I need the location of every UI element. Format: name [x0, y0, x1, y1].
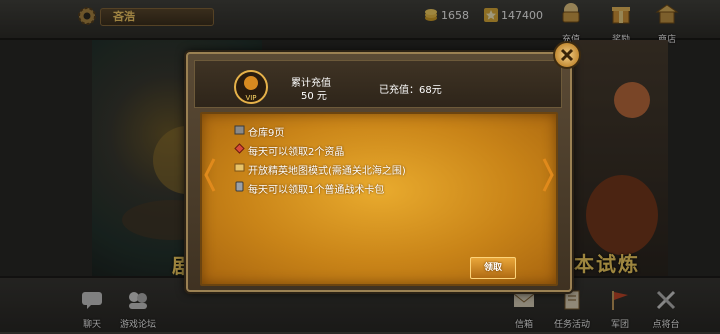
perk-text: 仓库9页	[248, 128, 285, 139]
perk-item: 每天可以领取1个普通战术卡包	[235, 181, 385, 196]
next-page-arrow-icon[interactable]	[541, 156, 555, 194]
perk-item: 每天可以领取2个资晶	[234, 143, 345, 158]
perk-item: 开放精英地图模式(需通关北海之围)	[234, 162, 406, 177]
close-button[interactable]	[553, 41, 581, 69]
perk-text: 每天可以领取1个普通战术卡包	[248, 185, 385, 196]
close-icon	[560, 48, 574, 62]
map-icon	[234, 163, 245, 172]
perk-text: 开放精英地图模式(需通关北海之围)	[248, 166, 406, 177]
claim-button[interactable]: 领取	[470, 257, 516, 279]
vip-badge-icon: VIP	[234, 70, 268, 104]
perk-item: 仓库9页	[234, 124, 285, 139]
perk-text: 每天可以领取2个资晶	[248, 147, 345, 158]
previous-page-arrow-icon[interactable]	[203, 156, 217, 194]
recharged-amount: 已充值：68元	[379, 85, 442, 96]
dialog-header: VIP 累计充值 50 元 已充值：68元	[194, 60, 562, 108]
vip-recharge-dialog: VIP 累计充值 50 元 已充值：68元 仓库9页 每天可以领取2个资晶 开放…	[186, 52, 572, 292]
crystal-icon	[234, 143, 245, 154]
card-pack-icon	[235, 181, 244, 192]
accumulated-value: 50 元	[301, 91, 327, 102]
svg-text:VIP: VIP	[245, 94, 256, 102]
warehouse-icon	[234, 125, 245, 135]
